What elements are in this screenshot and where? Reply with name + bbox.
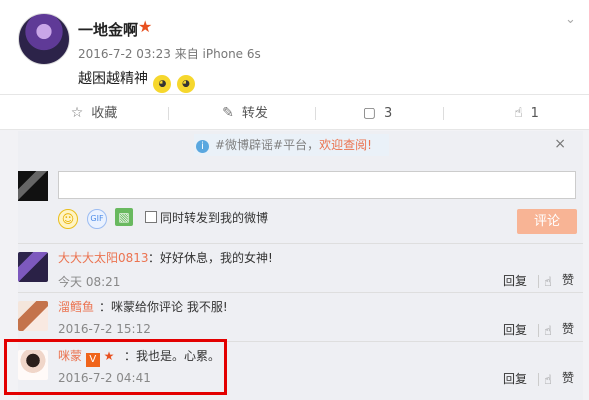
- comment-like-button[interactable]: ☝ 赞: [544, 271, 574, 290]
- comment-button[interactable]: ▢ 3: [345, 95, 410, 133]
- action-bar: ☆ 收藏 ✎ 转发 ▢ 3 ☝ 1: [0, 94, 589, 133]
- comment-text: ：好好休息，我的女神!: [148, 251, 273, 265]
- reply-button[interactable]: 回复: [503, 272, 527, 289]
- divider: [538, 275, 539, 288]
- emoji-icon[interactable]: ☺: [58, 209, 78, 229]
- comment-icon: ▢: [362, 105, 376, 121]
- thumbs-up-icon: ☝: [514, 105, 523, 121]
- divider: [538, 324, 539, 337]
- repost-button[interactable]: ✎ 转发: [195, 95, 295, 131]
- author-avatar[interactable]: [18, 13, 70, 65]
- sleepy-emoji-icon: ◕: [176, 75, 195, 93]
- divider: [443, 107, 444, 120]
- post: 一地金啊 ★ 2016-7-2 03:23 来自 iPhone 6s 越困越精神…: [0, 0, 589, 94]
- close-icon[interactable]: ×: [554, 136, 566, 152]
- commenter-avatar[interactable]: [18, 252, 48, 282]
- commenter-avatar[interactable]: [18, 301, 48, 331]
- comment-like-button[interactable]: ☝ 赞: [544, 320, 574, 339]
- image-icon[interactable]: ▧: [115, 208, 133, 226]
- favorite-button[interactable]: ☆ 收藏: [44, 95, 144, 131]
- author-name[interactable]: 一地金啊: [78, 19, 138, 40]
- commenter-name[interactable]: 大大大太阳0813: [58, 249, 149, 266]
- source-link[interactable]: iPhone 6s: [203, 47, 261, 61]
- post-meta: 2016-7-2 03:23 来自 iPhone 6s: [78, 45, 261, 62]
- fire-emoji-icon: ★: [138, 17, 153, 36]
- reply-button[interactable]: 回复: [503, 321, 527, 338]
- current-user-avatar[interactable]: [18, 171, 48, 201]
- divider: [315, 107, 316, 120]
- like-button[interactable]: ☝ 1: [494, 95, 559, 131]
- comment-time: 2016-7-2 15:12: [58, 322, 151, 336]
- post-content: 越困越精神 ◕ ◕: [78, 68, 195, 93]
- sleepy-emoji-icon: ◕: [153, 75, 172, 93]
- star-icon: ☆: [70, 105, 84, 121]
- comment-like-button[interactable]: ☝ 赞: [544, 369, 574, 388]
- gif-icon[interactable]: GIF: [87, 209, 107, 229]
- comment-input[interactable]: [58, 171, 576, 199]
- weibo-post-card: 一地金啊 ★ 2016-7-2 03:23 来自 iPhone 6s 越困越精神…: [0, 0, 589, 400]
- comment-row: 溜鳕鱼 ：咪蒙给你评论 我不服! 2016-7-2 15:12 回复 ☝ 赞: [18, 292, 583, 341]
- repost-checkbox[interactable]: [145, 211, 157, 223]
- submit-comment-button[interactable]: 评论: [517, 209, 577, 234]
- rumor-notice: i #微博辟谣#平台，欢迎查阅!: [194, 134, 389, 156]
- edit-icon: ✎: [222, 105, 234, 121]
- highlight-box: [4, 339, 227, 395]
- source-prefix: 来自: [174, 47, 199, 61]
- post-text: 越困越精神: [78, 71, 148, 87]
- divider: [168, 107, 169, 120]
- repost-checkbox-label: 同时转发到我的微博: [160, 211, 269, 225]
- info-icon: i: [196, 140, 209, 153]
- thumbs-up-icon: ☝: [544, 324, 552, 339]
- comment-text: ：咪蒙给你评论 我不服!: [99, 300, 228, 314]
- comment-time: 今天 08:21: [58, 275, 121, 289]
- commenter-name[interactable]: 溜鳕鱼: [58, 298, 94, 315]
- divider: [538, 373, 539, 386]
- comment-row: 大大大太阳0813 ：好好休息，我的女神! 今天 08:21 回复 ☝ 赞: [18, 243, 583, 292]
- chevron-down-icon[interactable]: ⌄: [565, 12, 577, 27]
- thumbs-up-icon: ☝: [544, 275, 552, 290]
- thumbs-up-icon: ☝: [544, 373, 552, 388]
- notice-link[interactable]: 欢迎查阅!: [319, 138, 372, 152]
- post-date: 2016-7-2 03:23: [78, 47, 171, 61]
- reply-button[interactable]: 回复: [503, 370, 527, 387]
